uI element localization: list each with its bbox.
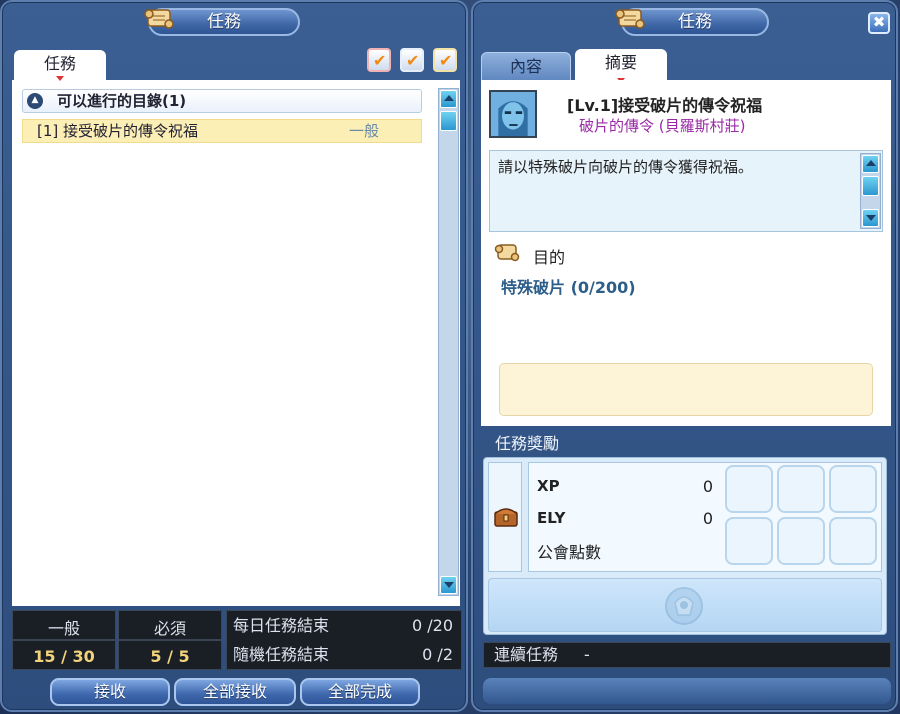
tab-marker — [56, 76, 64, 81]
reward-side — [488, 462, 522, 572]
tab-label: 摘要 — [604, 53, 637, 72]
goal-heading: 目的 — [533, 248, 566, 267]
close-button[interactable]: ✖ — [868, 12, 890, 34]
reward-emblem-icon — [665, 587, 703, 625]
scroll-icon — [144, 9, 174, 29]
reward-value-xp: 0 — [702, 477, 713, 496]
quest-name: [1] 接受破片的傳令祝福 — [37, 122, 199, 140]
stat-required-label: 必須 — [153, 619, 186, 638]
scroll-thumb[interactable] — [440, 111, 457, 131]
quest-npc: 破片的傳令 (貝羅斯村莊) — [579, 117, 746, 135]
checkbox-icon: ✔ — [373, 51, 387, 70]
category-label: 可以進行的目錄(1) — [57, 92, 187, 110]
stat-normal-label: 一般 — [47, 619, 80, 638]
category-available[interactable]: ▲ 可以進行的目錄(1) — [22, 89, 422, 113]
status-value: 0 /2 — [422, 645, 453, 664]
accept-all-button[interactable]: 全部接收 — [174, 678, 296, 706]
reward-area: XP 0 ELY 0 公會點數 — [483, 457, 887, 635]
reward-label-ely: ELY — [537, 509, 566, 527]
reward-label-xp: XP — [537, 477, 560, 495]
reward-item-slot[interactable] — [829, 465, 877, 513]
stat-required-value: 5 / 5 — [150, 647, 190, 666]
checkbox-icon: ✔ — [439, 51, 453, 70]
reward-label-guild: 公會點數 — [537, 543, 602, 562]
reward-value-ely: 0 — [702, 509, 713, 528]
tab-summary[interactable]: 摘要 — [575, 49, 667, 83]
stat-normal-value: 15 / 30 — [33, 647, 95, 666]
filter-checkbox-3[interactable]: ✔ — [433, 48, 457, 72]
description-scrollbar[interactable] — [860, 153, 881, 229]
tab-label: 內容 — [509, 57, 542, 76]
filter-checkbox-1[interactable]: ✔ — [367, 48, 391, 72]
scroll-up-button[interactable] — [862, 155, 879, 173]
reward-main: XP 0 ELY 0 公會點數 — [528, 462, 882, 572]
reward-select-bar[interactable] — [488, 578, 882, 632]
chain-quest-bar: 連續任務 - — [483, 642, 891, 668]
quest-note-box — [499, 363, 873, 416]
complete-all-button[interactable]: 全部完成 — [300, 678, 420, 706]
goal-item: 特殊破片 (0/200) — [501, 278, 636, 297]
scroll-down-button[interactable] — [440, 576, 457, 594]
tab-content[interactable]: 內容 — [481, 52, 571, 82]
reward-item-slot[interactable] — [725, 517, 773, 565]
scroll-thumb[interactable] — [862, 176, 879, 196]
status-row-random: 隨機任務結束 0 /2 — [233, 642, 453, 668]
quest-list-item[interactable]: [1] 接受破片的傳令祝福 一般 — [22, 119, 422, 143]
completion-status: 每日任務結束 0 /20 隨機任務結束 0 /2 — [226, 610, 462, 670]
status-label: 隨機任務結束 — [233, 645, 330, 664]
quest-type: 一般 — [349, 122, 380, 140]
npc-portrait — [489, 90, 537, 138]
scroll-icon — [615, 9, 645, 29]
reward-item-slot[interactable] — [777, 465, 825, 513]
chain-value: - — [584, 645, 590, 664]
collapse-icon[interactable]: ▲ — [27, 93, 43, 109]
tab-label: 任務 — [43, 54, 76, 73]
quest-detail-window: 任務 ✖ 內容 摘要 [Lv.1]接受破片的傳令祝福 破片的傳令 (貝羅斯村莊)… — [471, 0, 898, 712]
status-row-daily: 每日任務結束 0 /20 — [233, 613, 453, 639]
scroll-up-button[interactable] — [440, 90, 457, 108]
stat-required: 必須 5 / 5 — [118, 610, 222, 670]
chain-label: 連續任務 — [494, 645, 559, 664]
accept-button[interactable]: 接收 — [50, 678, 170, 706]
quest-description: 請以特殊破片向破片的傳令獲得祝福。 — [489, 150, 883, 232]
filter-checkbox-2[interactable]: ✔ — [400, 48, 424, 72]
status-label: 每日任務結束 — [233, 616, 330, 635]
reward-item-slot[interactable] — [725, 465, 773, 513]
list-area — [12, 80, 460, 606]
treasure-chest-icon — [494, 508, 518, 527]
quest-title: [Lv.1]接受破片的傳令祝福 — [567, 96, 763, 115]
reward-item-slot[interactable] — [829, 517, 877, 565]
reward-item-slot[interactable] — [777, 517, 825, 565]
list-scrollbar[interactable] — [438, 88, 459, 596]
quest-list-window: 任務 任務 ✔ ✔ ✔ ▲ 可以進行的目錄(1) [1] 接受破片的傳令祝福 一… — [0, 0, 468, 712]
status-value: 0 /20 — [411, 616, 453, 635]
checkbox-icon: ✔ — [406, 51, 420, 70]
bottom-strip — [483, 678, 891, 704]
scroll-icon — [494, 244, 520, 262]
scroll-down-button[interactable] — [862, 209, 879, 227]
tab-quest[interactable]: 任務 — [14, 50, 106, 81]
stat-normal: 一般 15 / 30 — [12, 610, 116, 670]
reward-heading: 任務獎勵 — [495, 434, 560, 453]
description-text: 請以特殊破片向破片的傳令獲得祝福。 — [498, 158, 754, 176]
close-icon: ✖ — [872, 13, 886, 31]
